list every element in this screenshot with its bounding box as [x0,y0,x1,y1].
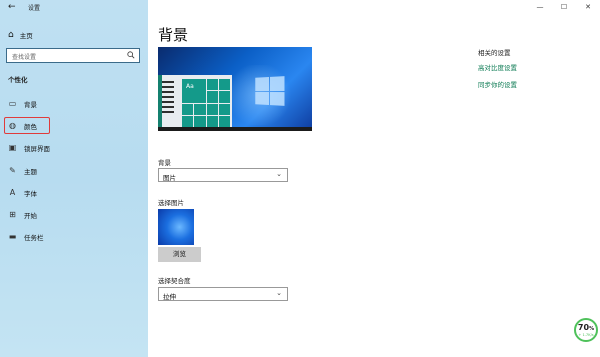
taskbar-icon: ▬ [8,232,17,241]
preview-tiles: Aa [182,79,230,127]
preview-taskbar [158,127,312,131]
sync-settings-link[interactable]: 同步你的设置 [478,79,517,89]
network-speed-badge[interactable]: 70% + 1.7K/s [574,318,598,342]
badge-speed: + 1.7K/s [578,333,594,337]
sidebar-item-start[interactable]: ⊞ 开始 [6,207,146,222]
home-label: 主页 [19,32,33,40]
page-title: 背景 [158,26,189,44]
choose-picture-label: 选择图片 [158,199,184,207]
sidebar-item-label: 主题 [24,167,37,176]
maximize-button[interactable]: ☐ [552,0,576,14]
sidebar-item-fonts[interactable]: A 字体 [6,185,146,200]
background-preview: Aa [158,47,312,131]
window-controls: — ☐ ✕ [528,0,600,14]
window-title: 设置 [28,5,41,12]
fit-select[interactable]: 拉伸 ⌄ [158,287,288,301]
chevron-down-icon: ⌄ [276,170,282,178]
close-button[interactable]: ✕ [576,0,600,14]
badge-percent: 70% [577,323,595,332]
preview-start-menu: Aa [158,75,232,131]
sidebar-item-background[interactable]: ▭ 背景 [6,96,146,111]
main-content: — ☐ ✕ 背景 Aa 背景 图片 ⌄ 选择图片 浏览 选择契合度 拉伸 ⌄ 相… [148,0,600,357]
font-icon: A [9,188,16,197]
background-label: 背景 [158,159,171,167]
background-select-value: 图片 [163,173,176,182]
sidebar-item-lock-screen[interactable]: ▣ 锁屏界面 [6,140,146,155]
sidebar-item-themes[interactable]: ✎ 主题 [6,163,146,178]
search-icon [127,51,135,59]
brush-icon: ✎ [9,166,16,175]
preview-menu-lines [162,81,174,116]
lock-screen-icon: ▣ [8,143,17,152]
browse-button[interactable]: 浏览 [158,247,201,262]
sidebar-item-home[interactable]: ⌂ 主页 [8,30,33,40]
title-bar-left: ← 设置 [0,0,148,14]
picture-icon: ▭ [8,99,17,108]
sidebar-item-label: 开始 [24,211,37,220]
sidebar-item-taskbar[interactable]: ▬ 任务栏 [6,229,146,244]
search-input[interactable]: 查找设置 [6,48,140,63]
start-icon: ⊞ [9,210,16,219]
preview-side-strip [158,75,162,131]
background-select[interactable]: 图片 ⌄ [158,168,288,182]
back-arrow-icon[interactable]: ← [8,2,16,12]
sidebar: ← 设置 ⌂ 主页 查找设置 个性化 ▭ 背景 ◍ 颜色 ▣ 锁屏界面 ✎ 主题… [0,0,148,357]
home-icon: ⌂ [8,30,14,40]
preview-tile-label: Aa [182,79,206,103]
chevron-down-icon: ⌄ [276,289,282,297]
sidebar-item-label: 颜色 [24,122,37,131]
fit-label: 选择契合度 [158,277,191,285]
sidebar-item-colors[interactable]: ◍ 颜色 [4,117,50,134]
high-contrast-link[interactable]: 高对比度设置 [478,62,517,72]
palette-icon: ◍ [9,121,16,130]
fit-select-value: 拉伸 [163,292,176,301]
related-settings-title: 相关的设置 [478,49,511,57]
windows-logo-icon [255,76,285,106]
sidebar-item-label: 背景 [24,100,37,109]
picture-thumbnail[interactable] [158,209,194,245]
sidebar-item-label: 任务栏 [24,233,44,242]
minimize-button[interactable]: — [528,0,552,14]
sidebar-item-label: 锁屏界面 [24,144,50,153]
search-placeholder: 查找设置 [12,54,37,61]
section-title-personalization: 个性化 [8,76,28,84]
sidebar-item-label: 字体 [24,189,37,198]
